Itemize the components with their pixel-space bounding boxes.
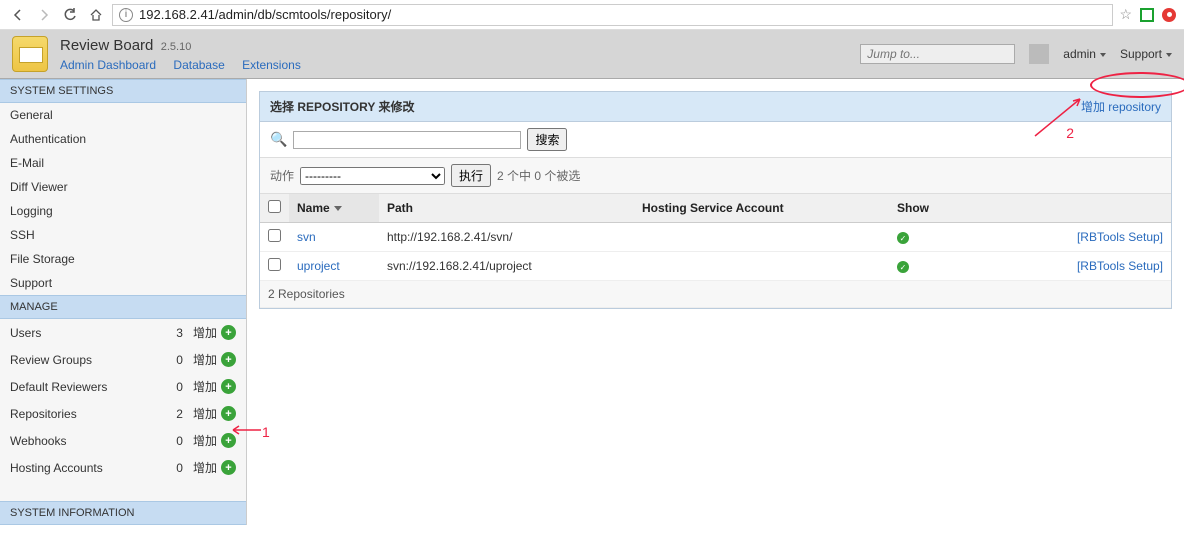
- sidebar-item-support[interactable]: Support: [0, 271, 246, 295]
- manage-label: Webhooks: [10, 434, 153, 448]
- nav-extensions[interactable]: Extensions: [242, 58, 301, 72]
- panel-title: 选择 REPOSITORY 来修改: [270, 98, 414, 115]
- col-path[interactable]: Path: [379, 194, 634, 223]
- extension2-icon[interactable]: [1162, 8, 1176, 22]
- table-row: uproject svn://192.168.2.41/uproject ✓ [RBT…: [260, 252, 1171, 281]
- home-icon[interactable]: [86, 5, 106, 25]
- search-input[interactable]: [293, 131, 521, 149]
- go-button[interactable]: 执行: [451, 164, 491, 187]
- url-text: 192.168.2.41/admin/db/scmtools/repositor…: [139, 7, 391, 22]
- extension-icon[interactable]: [1140, 8, 1154, 22]
- table-row: svn http://192.168.2.41/svn/ ✓ [RBTools Set…: [260, 223, 1171, 252]
- rbtools-setup-link[interactable]: [RBTools Setup]: [1077, 230, 1163, 244]
- forward-icon[interactable]: [34, 5, 54, 25]
- reload-icon[interactable]: [60, 5, 80, 25]
- add-plus-icon[interactable]: +: [221, 352, 236, 367]
- manage-add-label: 增加: [193, 405, 217, 422]
- manage-count: 3: [153, 326, 183, 340]
- manage-count: 2: [153, 407, 183, 421]
- add-plus-icon[interactable]: +: [221, 406, 236, 421]
- sidebar-item-e-mail[interactable]: E-Mail: [0, 151, 246, 175]
- manage-count: 0: [153, 461, 183, 475]
- manage-add-label: 增加: [193, 351, 217, 368]
- info-icon[interactable]: i: [119, 8, 133, 22]
- repo-hosting: [634, 252, 889, 281]
- section-manage: MANAGE: [0, 295, 246, 319]
- manage-item-users[interactable]: Users3 增加 +: [0, 319, 246, 346]
- app-title: Review Board: [60, 37, 153, 54]
- selection-count: 2 个中 0 个被选: [497, 167, 580, 184]
- app-logo-icon: [12, 36, 48, 72]
- add-plus-icon[interactable]: +: [221, 460, 236, 475]
- add-plus-icon[interactable]: +: [221, 379, 236, 394]
- rbtools-setup-link[interactable]: [RBTools Setup]: [1077, 259, 1163, 273]
- col-hosting[interactable]: Hosting Service Account: [634, 194, 889, 223]
- manage-count: 0: [153, 434, 183, 448]
- sidebar-item-authentication[interactable]: Authentication: [0, 127, 246, 151]
- sort-indicator-icon: [334, 206, 342, 211]
- manage-item-hosting-accounts[interactable]: Hosting Accounts0 增加 +: [0, 454, 246, 481]
- manage-label: Default Reviewers: [10, 380, 153, 394]
- manage-add-label: 增加: [193, 378, 217, 395]
- bookmark-star-icon[interactable]: ☆: [1119, 6, 1132, 23]
- avatar[interactable]: [1029, 44, 1049, 64]
- nav-admin-dashboard[interactable]: Admin Dashboard: [60, 58, 156, 72]
- manage-label: Users: [10, 326, 153, 340]
- repo-hosting: [634, 223, 889, 252]
- manage-label: Repositories: [10, 407, 153, 421]
- manage-item-repositories[interactable]: Repositories2 增加 +: [0, 400, 246, 427]
- action-label: 动作: [270, 167, 294, 184]
- col-show[interactable]: Show: [889, 194, 969, 223]
- app-version: 2.5.10: [161, 41, 192, 53]
- add-repository-link[interactable]: 增加 repository: [1081, 98, 1161, 115]
- sidebar-item-ssh[interactable]: SSH: [0, 223, 246, 247]
- sidebar-item-diff-viewer[interactable]: Diff Viewer: [0, 175, 246, 199]
- sidebar-item-file-storage[interactable]: File Storage: [0, 247, 246, 271]
- manage-item-review-groups[interactable]: Review Groups0 增加 +: [0, 346, 246, 373]
- row-checkbox[interactable]: [268, 229, 281, 242]
- manage-item-webhooks[interactable]: Webhooks0 增加 +: [0, 427, 246, 454]
- manage-label: Hosting Accounts: [10, 461, 153, 475]
- add-plus-icon[interactable]: +: [221, 325, 236, 340]
- grid-footer: 2 Repositories: [260, 281, 1171, 308]
- support-menu[interactable]: Support: [1120, 47, 1172, 61]
- manage-add-label: 增加: [193, 459, 217, 476]
- action-select[interactable]: ---------: [300, 167, 445, 185]
- back-icon[interactable]: [8, 5, 28, 25]
- sidebar-item-general[interactable]: General: [0, 103, 246, 127]
- sidebar-item-logging[interactable]: Logging: [0, 199, 246, 223]
- manage-label: Review Groups: [10, 353, 153, 367]
- check-ok-icon: ✓: [897, 261, 909, 273]
- section-system-settings: SYSTEM SETTINGS: [0, 79, 246, 103]
- search-button[interactable]: 搜索: [527, 128, 567, 151]
- repo-name-link[interactable]: svn: [297, 230, 316, 244]
- manage-add-label: 增加: [193, 432, 217, 449]
- select-all-checkbox[interactable]: [268, 200, 281, 213]
- col-name[interactable]: Name: [297, 201, 330, 215]
- manage-count: 0: [153, 380, 183, 394]
- repo-path: http://192.168.2.41/svn/: [379, 223, 634, 252]
- add-plus-icon[interactable]: +: [221, 433, 236, 448]
- user-menu[interactable]: admin: [1063, 47, 1106, 61]
- section-system-information: SYSTEM INFORMATION: [0, 501, 246, 525]
- manage-item-default-reviewers[interactable]: Default Reviewers0 增加 +: [0, 373, 246, 400]
- check-ok-icon: ✓: [897, 232, 909, 244]
- row-checkbox[interactable]: [268, 258, 281, 271]
- repo-name-link[interactable]: uproject: [297, 259, 340, 273]
- repo-path: svn://192.168.2.41/uproject: [379, 252, 634, 281]
- manage-count: 0: [153, 353, 183, 367]
- url-bar[interactable]: i 192.168.2.41/admin/db/scmtools/reposit…: [112, 4, 1113, 26]
- search-icon: 🔍: [270, 131, 287, 148]
- nav-database[interactable]: Database: [173, 58, 224, 72]
- jump-to-input[interactable]: [860, 44, 1015, 64]
- manage-add-label: 增加: [193, 324, 217, 341]
